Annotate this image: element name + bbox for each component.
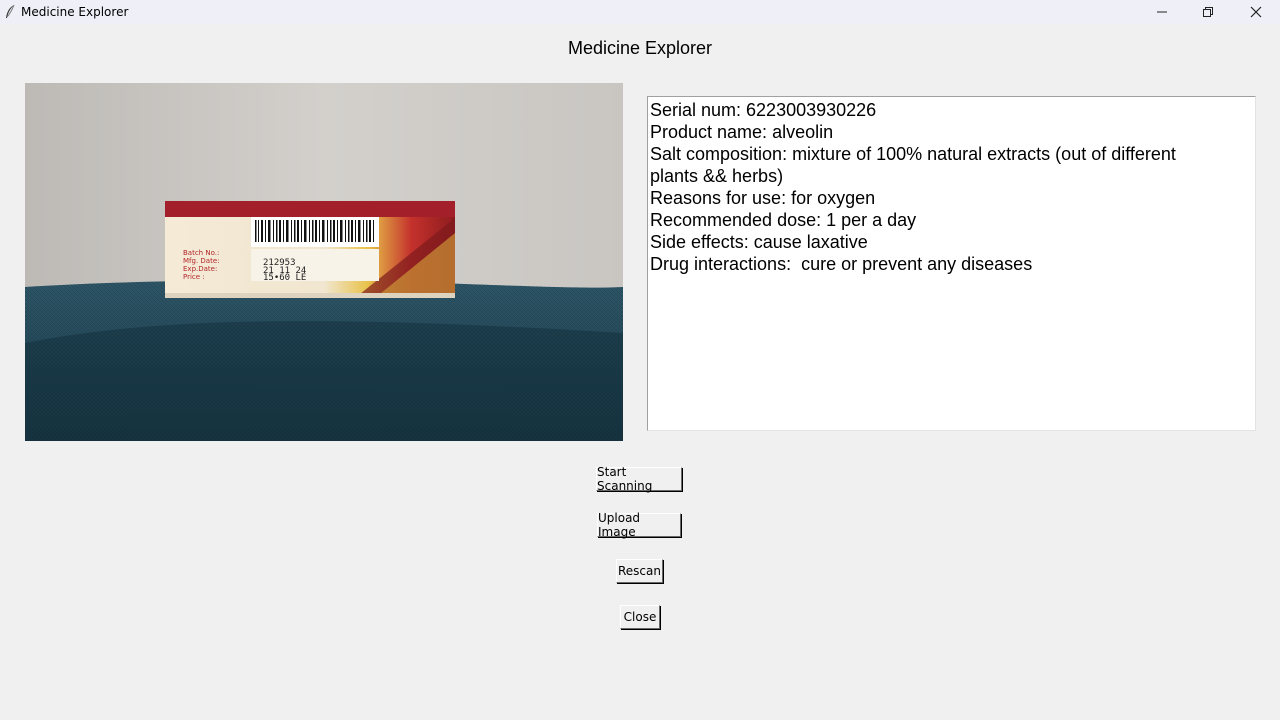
info-line-side-effects: Side effects: cause laxative: [650, 232, 868, 252]
medicine-photo: Batch No.: Mfg. Date: Exp.Date: Price : …: [25, 83, 623, 441]
info-line-salt-composition: Salt composition: mixture of 100% natura…: [650, 144, 1176, 164]
title-bar: Medicine Explorer: [0, 0, 1280, 24]
medicine-info-textbox[interactable]: Serial num: 6223003930226 Product name: …: [647, 96, 1256, 431]
info-line-serial: Serial num: 6223003930226: [650, 100, 877, 120]
price-label: Price :: [183, 273, 205, 281]
mfg-label: Mfg. Date:: [183, 257, 220, 265]
start-scanning-button[interactable]: Start Scanning: [596, 465, 682, 493]
info-line-salt-composition-cont: plants && herbs): [650, 166, 784, 186]
exp-label: Exp.Date:: [183, 265, 217, 273]
feather-icon: [6, 4, 15, 18]
info-line-drug-interactions: Drug interactions: cure or prevent any d…: [650, 254, 1033, 274]
close-button[interactable]: Close: [620, 605, 660, 629]
close-icon: [1250, 6, 1262, 18]
restore-button[interactable]: [1185, 0, 1231, 24]
restore-icon: [1203, 7, 1213, 17]
info-line-recommended-dose: Recommended dose: 1 per a day: [650, 210, 917, 230]
info-line-reasons-for-use: Reasons for use: for oxygen: [650, 188, 876, 208]
info-line-product-name: Product name: alveolin: [650, 122, 834, 142]
minimize-icon: [1157, 11, 1167, 13]
page-title: Medicine Explorer: [567, 38, 713, 58]
close-window-button[interactable]: [1233, 0, 1279, 24]
minimize-button[interactable]: [1139, 0, 1185, 24]
batch-label: Batch No.:: [183, 249, 219, 257]
medicine-box-image: Batch No.: Mfg. Date: Exp.Date: Price : …: [25, 83, 623, 441]
price-value: 15•60 LE: [263, 273, 306, 283]
window-title: Medicine Explorer: [21, 5, 129, 19]
rescan-button[interactable]: Rescan: [616, 559, 663, 583]
upload-image-button[interactable]: Upload Image: [597, 511, 681, 539]
